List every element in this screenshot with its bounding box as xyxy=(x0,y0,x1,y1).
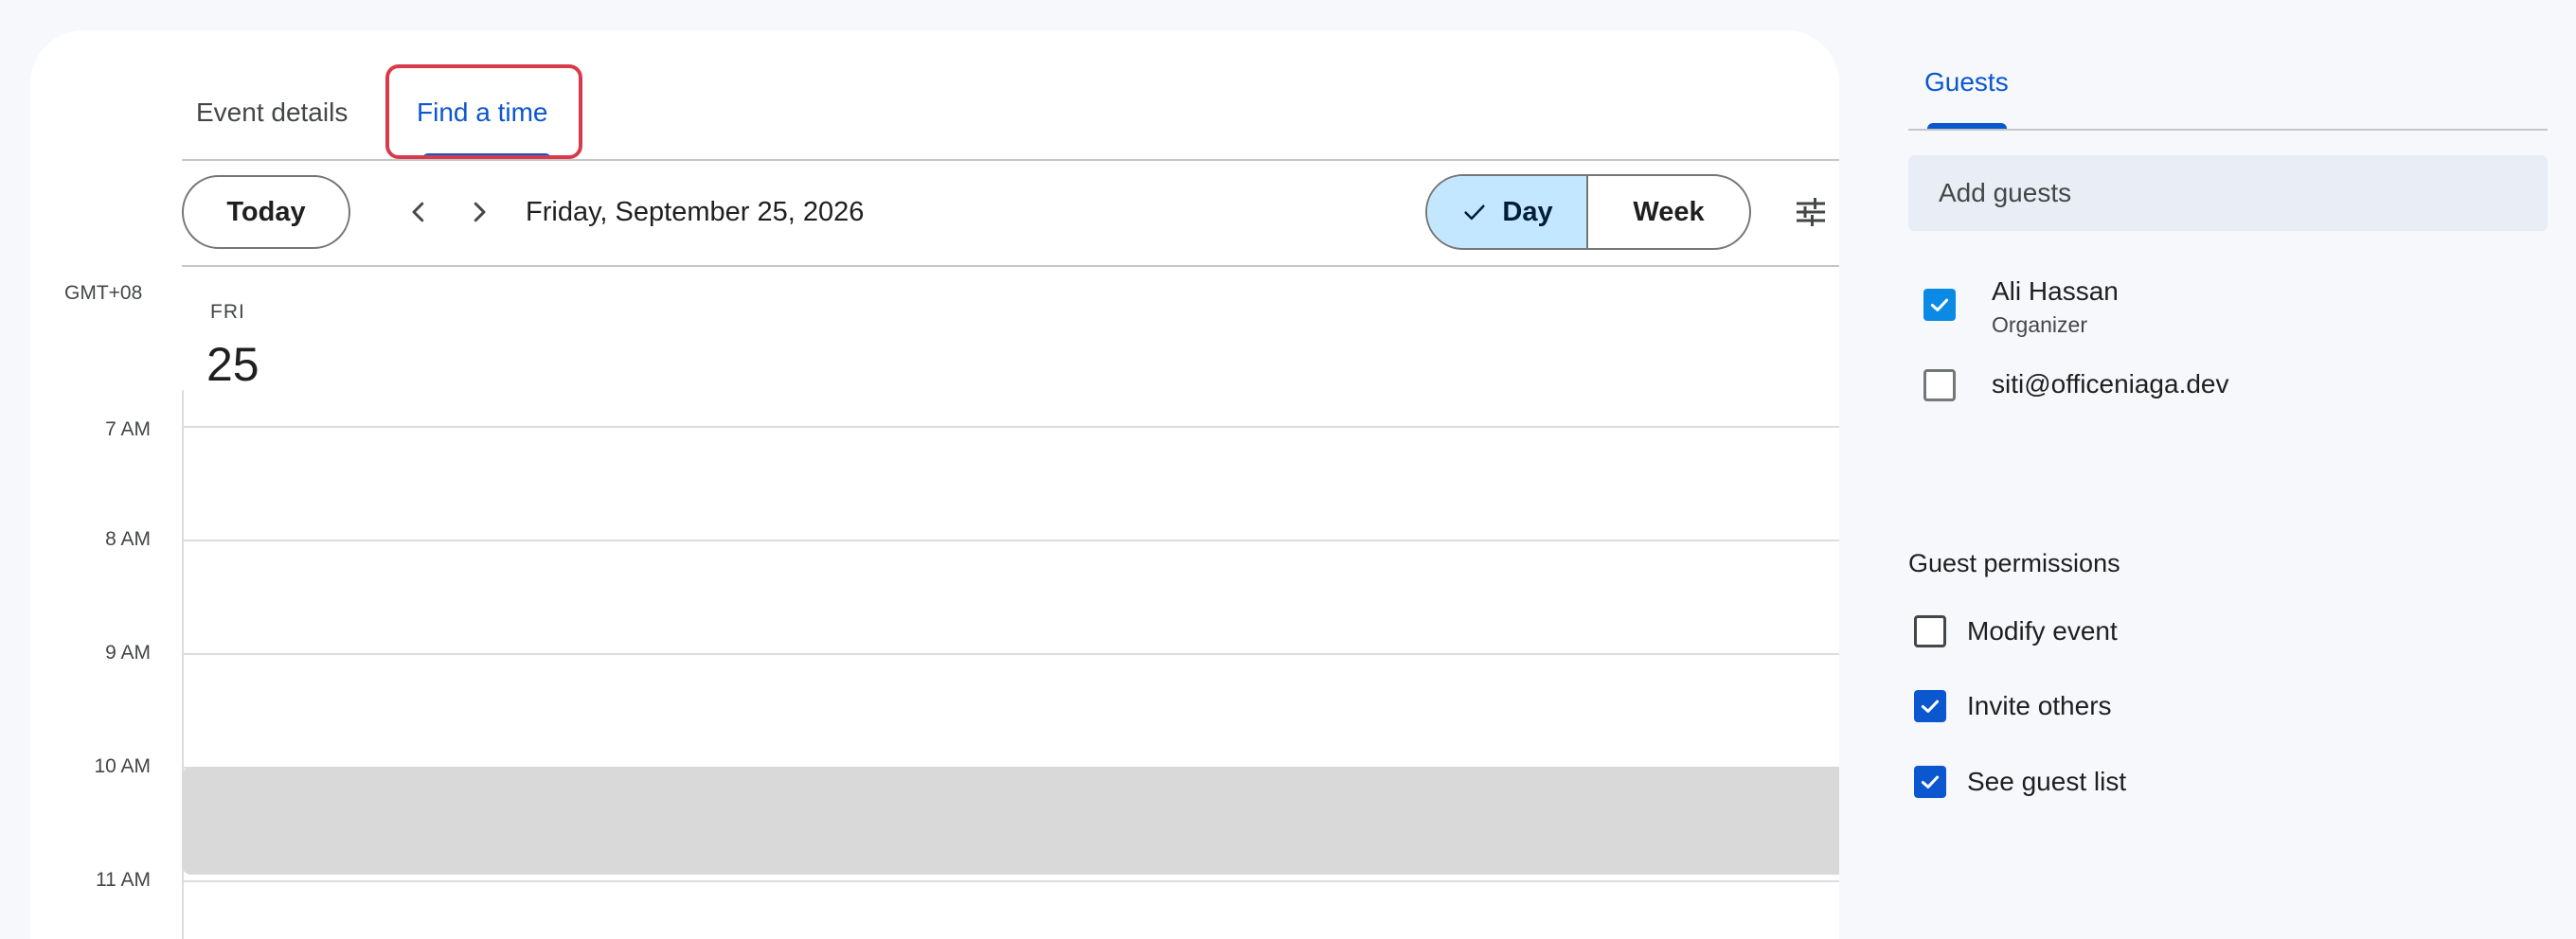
hour-label: 11 AM xyxy=(96,869,151,891)
hour-gridline xyxy=(182,426,1839,428)
day-view-button[interactable]: Day xyxy=(1427,176,1588,248)
tab-highlight-box xyxy=(385,64,582,159)
chevron-left-icon xyxy=(412,202,424,222)
current-date-label: Friday, September 25, 2026 xyxy=(526,197,865,227)
busy-time-block[interactable] xyxy=(182,767,1839,875)
hour-label: 10 AM xyxy=(94,755,151,777)
guest-name: siti@officeniaga.dev xyxy=(1992,369,2229,399)
guest-permissions-title: Guest permissions xyxy=(1908,549,2120,577)
hour-gridline xyxy=(182,880,1839,882)
find-a-time-panel: Event details Find a time Today Friday, … xyxy=(30,30,1839,939)
calendar-toolbar: Today Friday, September 25, 2026 Day Wee… xyxy=(182,159,1839,267)
active-tab-indicator xyxy=(1927,123,2007,129)
day-view-label: Day xyxy=(1502,196,1553,227)
day-of-week-label: FRI xyxy=(210,301,245,323)
tab-guests[interactable]: Guests xyxy=(1924,38,2009,127)
hour-gridline xyxy=(182,540,1839,541)
check-icon xyxy=(1921,700,1940,713)
guest-checkbox[interactable] xyxy=(1923,289,1956,321)
hour-gridline xyxy=(182,653,1839,655)
guest-name: Ali Hassan xyxy=(1992,276,2119,306)
check-icon xyxy=(1921,775,1940,788)
permission-label: Modify event xyxy=(1967,616,2118,646)
timezone-label: GMT+08 xyxy=(64,282,143,304)
guests-tabs: Guests xyxy=(1908,38,2548,131)
previous-day-button[interactable] xyxy=(390,184,447,240)
add-guests-input[interactable] xyxy=(1908,155,2548,231)
permission-label: See guest list xyxy=(1967,767,2127,796)
modify-event-checkbox[interactable] xyxy=(1914,615,1946,647)
hour-label: 8 AM xyxy=(105,528,151,550)
hour-label: 9 AM xyxy=(105,642,151,664)
chevron-right-icon xyxy=(474,202,486,222)
view-settings-button[interactable] xyxy=(1782,184,1839,240)
guests-panel: Guests Ali Hassan Organizer siti@officen… xyxy=(1908,38,2548,890)
see-guest-list-checkbox[interactable] xyxy=(1914,766,1946,798)
next-day-button[interactable] xyxy=(451,184,508,240)
permission-label: Invite others xyxy=(1967,691,2112,720)
today-button[interactable]: Today xyxy=(182,175,350,249)
view-switcher: Day Week xyxy=(1425,174,1751,250)
guest-checkbox[interactable] xyxy=(1923,369,1956,401)
day-time-grid[interactable]: 7 AM 8 AM 9 AM 10 AM 11 AM xyxy=(30,390,1839,939)
guest-role: Organizer xyxy=(1992,312,2087,337)
check-icon xyxy=(1464,204,1486,221)
tab-event-details[interactable]: Event details xyxy=(196,68,348,159)
check-icon xyxy=(1930,298,1949,311)
day-number[interactable]: 25 xyxy=(206,337,259,392)
invite-others-checkbox[interactable] xyxy=(1914,690,1946,722)
hour-label: 7 AM xyxy=(105,418,151,440)
tune-icon xyxy=(1797,198,1825,226)
week-view-button[interactable]: Week xyxy=(1588,176,1749,248)
